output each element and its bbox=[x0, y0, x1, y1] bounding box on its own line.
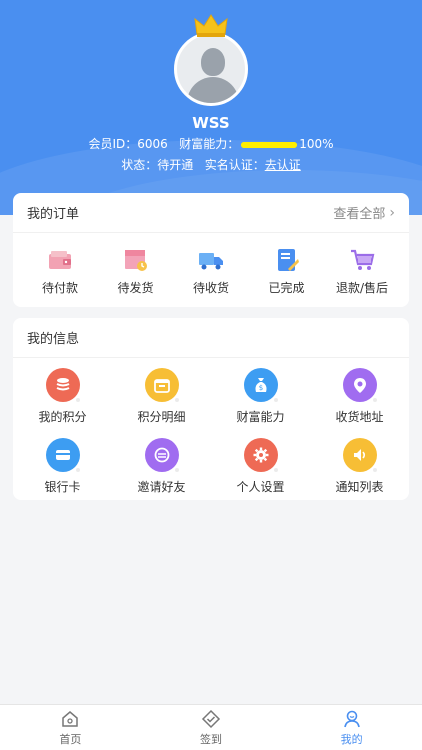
menu-my-points[interactable]: 我的积分 bbox=[13, 368, 112, 438]
info-title: 我的信息 bbox=[27, 332, 80, 347]
menu-label: 财富能力 bbox=[236, 410, 285, 424]
orders-card-header: 我的订单 查看全部 › bbox=[13, 193, 409, 233]
tab-label: 签到 bbox=[199, 732, 222, 746]
crown-icon bbox=[194, 14, 228, 37]
cart-return-icon bbox=[351, 249, 375, 270]
menu-label: 收货地址 bbox=[335, 410, 384, 424]
status-label: 状态： bbox=[121, 158, 158, 172]
gear-icon bbox=[243, 438, 278, 472]
menu-label: 积分明细 bbox=[137, 410, 186, 424]
wallet-icon bbox=[49, 251, 71, 269]
order-completed[interactable]: 已完成 bbox=[250, 247, 324, 296]
order-refund-aftersale[interactable]: 退款/售后 bbox=[325, 247, 399, 296]
menu-label: 银行卡 bbox=[44, 480, 81, 494]
menu-label: 我的积分 bbox=[38, 410, 87, 424]
orders-card: 我的订单 查看全部 › 待付款 待发货 待收货 已完成 退款/售后 bbox=[13, 193, 409, 307]
checkin-icon bbox=[201, 709, 221, 728]
tab-home[interactable]: 首页 bbox=[0, 709, 140, 747]
menu-points-detail[interactable]: 积分明细 bbox=[112, 368, 211, 438]
order-label: 退款/售后 bbox=[335, 281, 389, 295]
view-all-label: 查看全部 bbox=[333, 207, 386, 222]
profile-header: WSS 会员ID：6006 财富能力： 100% 状态：待开通 实名认证：去认证 bbox=[0, 0, 422, 215]
verify-label: 实名认证： bbox=[204, 158, 265, 172]
package-icon bbox=[124, 250, 147, 271]
calendar-icon bbox=[144, 368, 179, 402]
speaker-icon bbox=[342, 438, 377, 472]
order-label: 待收货 bbox=[192, 281, 229, 295]
svg-text:$: $ bbox=[258, 384, 262, 392]
username: WSS bbox=[192, 114, 230, 132]
coins-icon bbox=[45, 368, 80, 402]
money-bag-icon: $ bbox=[243, 368, 278, 402]
order-pending-payment[interactable]: 待付款 bbox=[23, 247, 97, 296]
bank-card-icon bbox=[45, 438, 80, 472]
wealth-label: 财富能力： bbox=[179, 137, 240, 151]
verify-link[interactable]: 去认证 bbox=[265, 158, 301, 172]
chevron-right-icon: › bbox=[389, 204, 395, 221]
my-info-card: 我的信息 我的积分 积分明细 $ 财富能力 收货地址 银行卡 邀请好友 个人设置… bbox=[13, 318, 409, 500]
tab-checkin[interactable]: 签到 bbox=[141, 709, 281, 747]
bottom-tab-bar: 首页 签到 我的 bbox=[0, 704, 422, 750]
order-label: 待发货 bbox=[117, 281, 154, 295]
menu-label: 邀请好友 bbox=[137, 480, 186, 494]
member-id-label: 会员ID： bbox=[88, 137, 138, 151]
menu-notification-list[interactable]: 通知列表 bbox=[310, 438, 409, 508]
menu-shipping-address[interactable]: 收货地址 bbox=[310, 368, 409, 438]
wealth-progress-bar bbox=[241, 141, 298, 148]
status-info-line: 状态：待开通 实名认证：去认证 bbox=[0, 156, 422, 173]
menu-bank-card[interactable]: 银行卡 bbox=[13, 438, 112, 508]
menu-invite-friends[interactable]: 邀请好友 bbox=[112, 438, 211, 508]
order-label: 已完成 bbox=[268, 281, 305, 295]
member-info-line: 会员ID：6006 财富能力： 100% bbox=[0, 135, 422, 152]
menu-label: 通知列表 bbox=[335, 480, 384, 494]
wealth-percent: 100% bbox=[299, 137, 334, 151]
status-value: 待开通 bbox=[157, 158, 194, 172]
tab-mine[interactable]: 我的 bbox=[282, 709, 422, 747]
avatar-image bbox=[174, 32, 248, 106]
invite-icon bbox=[144, 438, 179, 472]
menu-wealth-ability[interactable]: $ 财富能力 bbox=[211, 368, 310, 438]
profile-icon bbox=[343, 710, 360, 727]
order-pending-receipt[interactable]: 待收货 bbox=[174, 247, 248, 296]
location-pin-icon bbox=[342, 368, 377, 402]
home-icon bbox=[62, 710, 79, 727]
menu-personal-settings[interactable]: 个人设置 bbox=[211, 438, 310, 508]
info-card-header: 我的信息 bbox=[13, 318, 409, 358]
orders-title: 我的订单 bbox=[27, 207, 80, 222]
member-id: 6006 bbox=[137, 137, 168, 151]
tab-label: 我的 bbox=[340, 732, 363, 746]
view-all-orders-link[interactable]: 查看全部 › bbox=[333, 203, 395, 223]
order-pending-shipment[interactable]: 待发货 bbox=[99, 247, 173, 296]
clipboard-check-icon bbox=[277, 249, 299, 271]
tab-label: 首页 bbox=[59, 732, 82, 746]
avatar[interactable] bbox=[174, 14, 248, 106]
order-label: 待付款 bbox=[41, 281, 78, 295]
menu-label: 个人设置 bbox=[236, 480, 285, 494]
truck-icon bbox=[199, 253, 223, 270]
